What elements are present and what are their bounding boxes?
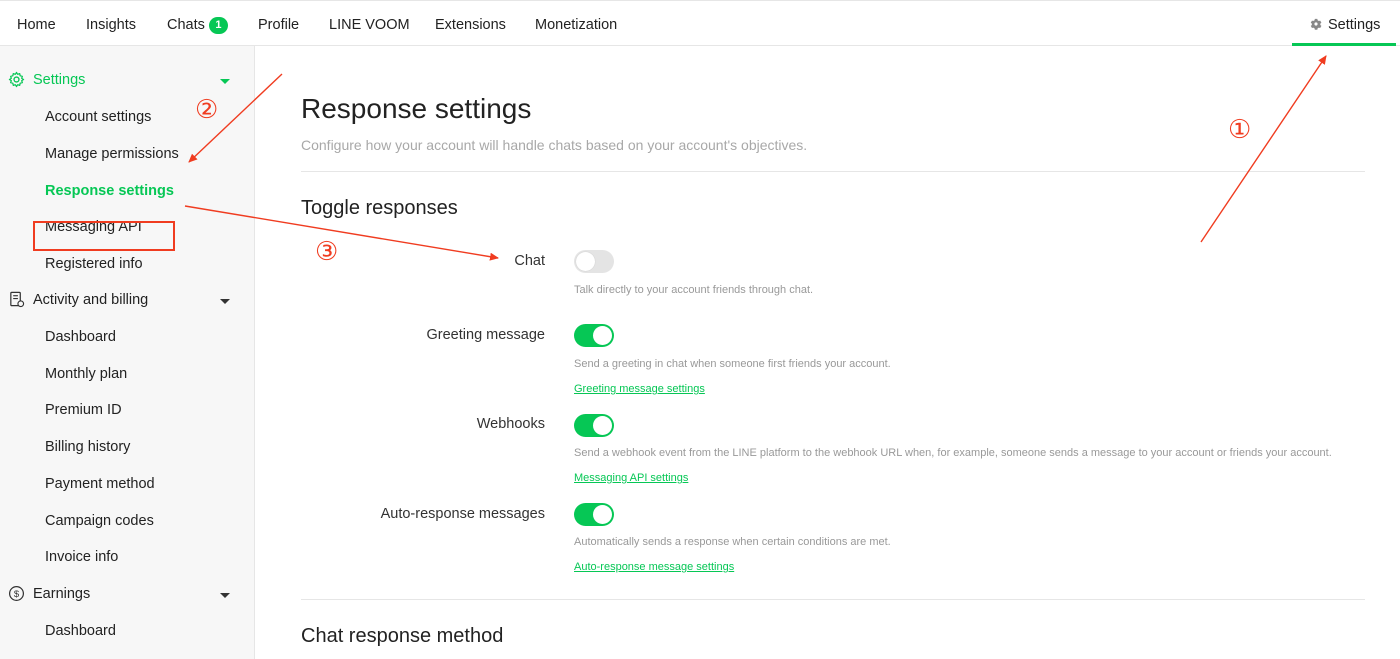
section-title-chat-response-method: Chat response method: [301, 625, 504, 647]
divider: [301, 171, 1365, 172]
nav-settings[interactable]: Settings: [1292, 1, 1396, 46]
divider: [301, 599, 1365, 600]
toggle-knob: [576, 252, 595, 271]
nav-line-voom[interactable]: LINE VOOM: [329, 17, 410, 33]
sidebar-item-payment-method[interactable]: Payment method: [45, 476, 155, 492]
greeting-message-settings-link[interactable]: Greeting message settings: [574, 383, 705, 395]
annotation-highlight-box: [33, 221, 175, 251]
toggle-description-greeting-message: Send a greeting in chat when someone fir…: [574, 358, 891, 370]
page-title: Response settings: [301, 93, 532, 124]
gear-icon: [1310, 18, 1322, 30]
chat-toggle[interactable]: [574, 250, 614, 273]
toggle-description-webhooks: Send a webhook event from the LINE platf…: [574, 447, 1332, 459]
chevron-down-icon: [220, 593, 230, 598]
sidebar-group-activity-billing[interactable]: Activity and billing: [0, 287, 255, 313]
annotation-step-3: ③: [315, 236, 339, 266]
sidebar-item-response-settings[interactable]: Response settings: [45, 183, 174, 199]
section-title-toggle-responses: Toggle responses: [301, 197, 458, 219]
nav-chats-label: Chats: [167, 17, 205, 33]
toggle-knob: [593, 505, 612, 524]
gear-icon: [8, 71, 25, 88]
greeting-message-toggle[interactable]: [574, 324, 614, 347]
annotation-step-1: ①: [1228, 114, 1252, 144]
sidebar-group-activity-billing-label: Activity and billing: [33, 292, 149, 308]
toggle-knob: [593, 416, 612, 435]
sidebar-item-campaign-codes[interactable]: Campaign codes: [45, 513, 154, 529]
sidebar-group-earnings-label: Earnings: [33, 586, 91, 602]
toggle-description-auto-response: Automatically sends a response when cert…: [574, 536, 891, 548]
sidebar-item-monthly-plan[interactable]: Monthly plan: [45, 366, 127, 382]
nav-chats[interactable]: Chats 1: [167, 17, 228, 34]
sidebar-item-invoice-info[interactable]: Invoice info: [45, 549, 118, 565]
toggle-knob: [593, 326, 612, 345]
nav-settings-label: Settings: [1328, 17, 1381, 33]
auto-response-toggle[interactable]: [574, 503, 614, 526]
chats-unread-badge: 1: [208, 17, 228, 34]
sidebar-item-earnings-dashboard[interactable]: Dashboard: [45, 623, 116, 639]
sidebar-item-manage-permissions[interactable]: Manage permissions: [45, 146, 179, 162]
sidebar-item-account-settings[interactable]: Account settings: [45, 109, 151, 125]
webhooks-toggle[interactable]: [574, 414, 614, 437]
sidebar-group-settings[interactable]: Settings: [0, 67, 255, 93]
nav-monetization[interactable]: Monetization: [535, 17, 617, 33]
nav-profile[interactable]: Profile: [258, 17, 299, 33]
receipt-icon: [10, 291, 25, 308]
toggle-label-webhooks: Webhooks: [476, 416, 545, 432]
sidebar: Settings Account settings Manage permiss…: [0, 46, 255, 659]
sidebar-group-settings-label: Settings: [33, 72, 86, 88]
toggle-label-greeting-message: Greeting message: [426, 327, 545, 343]
nav-insights[interactable]: Insights: [86, 17, 136, 33]
messaging-api-settings-link[interactable]: Messaging API settings: [574, 472, 688, 484]
auto-response-message-settings-link[interactable]: Auto-response message settings: [574, 561, 734, 573]
top-navigation-bar: Home Insights Chats 1 Profile LINE VOOM E…: [0, 0, 1400, 46]
sidebar-item-registered-info[interactable]: Registered info: [45, 256, 143, 272]
chevron-down-icon: [220, 299, 230, 304]
sidebar-item-premium-id[interactable]: Premium ID: [45, 402, 122, 418]
chevron-down-icon: [220, 79, 230, 84]
page-description: Configure how your account will handle c…: [301, 137, 808, 153]
nav-extensions[interactable]: Extensions: [435, 17, 506, 33]
svg-text:$: $: [14, 589, 20, 600]
sidebar-group-earnings[interactable]: $ Earnings: [0, 581, 255, 607]
annotation-step-2: ②: [195, 94, 219, 124]
nav-home[interactable]: Home: [17, 17, 56, 33]
sidebar-item-dashboard[interactable]: Dashboard: [45, 329, 116, 345]
dollar-circle-icon: $: [8, 585, 25, 602]
toggle-label-auto-response: Auto-response messages: [380, 506, 545, 522]
annotation-arrow-1: [1200, 55, 1327, 243]
sidebar-item-billing-history[interactable]: Billing history: [45, 439, 130, 455]
toggle-description-chat: Talk directly to your account friends th…: [574, 284, 814, 296]
toggle-label-chat: Chat: [514, 253, 545, 269]
